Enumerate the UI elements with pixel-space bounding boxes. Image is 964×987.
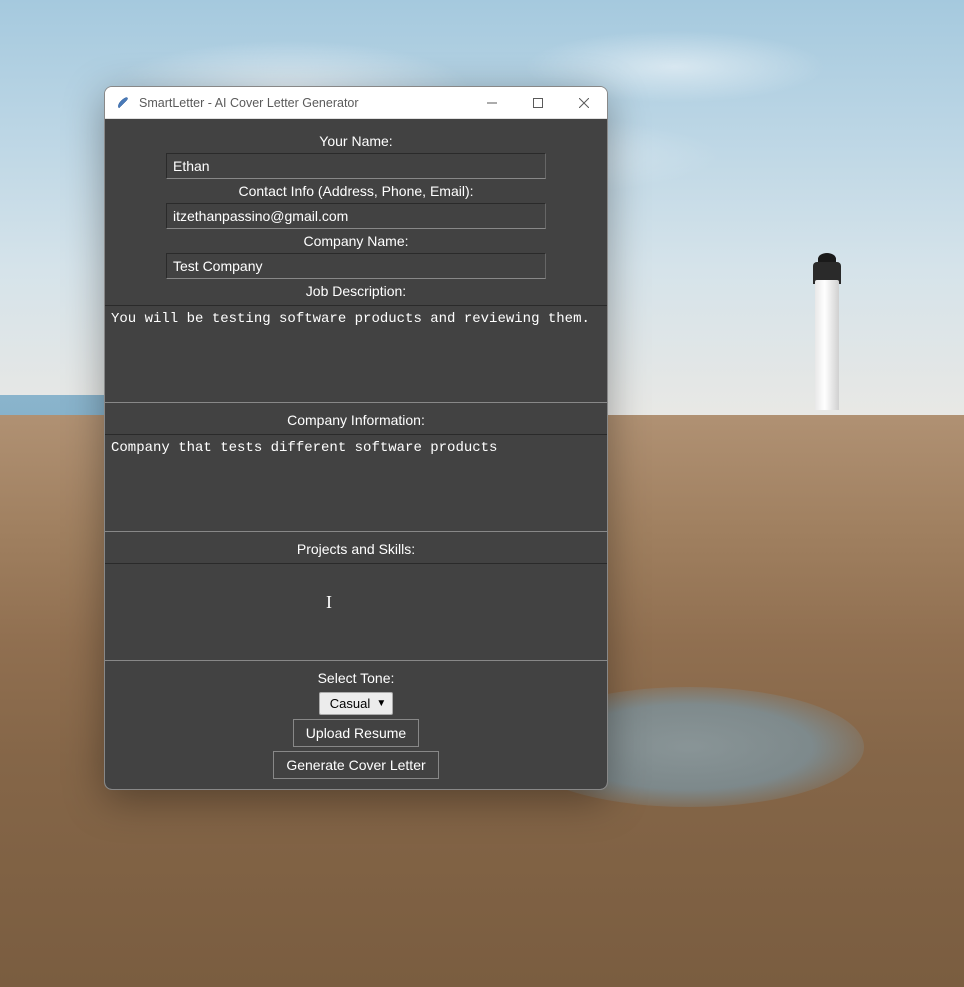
- job-description-label: Job Description:: [306, 279, 406, 303]
- company-info-label: Company Information:: [287, 408, 425, 432]
- projects-skills-textarea[interactable]: [105, 563, 607, 661]
- window-titlebar[interactable]: SmartLetter - AI Cover Letter Generator: [105, 87, 607, 119]
- text-cursor-icon: I: [326, 592, 332, 613]
- job-description-textarea[interactable]: [105, 305, 607, 403]
- contact-label: Contact Info (Address, Phone, Email):: [239, 179, 474, 203]
- maximize-button[interactable]: [515, 87, 561, 118]
- company-info-textarea[interactable]: [105, 434, 607, 532]
- minimize-button[interactable]: [469, 87, 515, 118]
- company-name-label: Company Name:: [303, 229, 408, 253]
- company-name-input[interactable]: [166, 253, 546, 279]
- close-button[interactable]: [561, 87, 607, 118]
- projects-skills-label: Projects and Skills:: [297, 537, 415, 561]
- chevron-down-icon: ▼: [376, 698, 386, 709]
- window-controls: [469, 87, 607, 118]
- tone-label: Select Tone:: [318, 666, 395, 690]
- tone-selected-value: Casual: [330, 696, 370, 711]
- generate-cover-letter-button[interactable]: Generate Cover Letter: [273, 751, 438, 779]
- window-title: SmartLetter - AI Cover Letter Generator: [139, 96, 469, 110]
- window-body: Your Name: Contact Info (Address, Phone,…: [105, 119, 607, 789]
- app-icon: [115, 95, 131, 111]
- tone-dropdown[interactable]: Casual ▼: [319, 692, 393, 715]
- app-window: SmartLetter - AI Cover Letter Generator …: [104, 86, 608, 790]
- name-input[interactable]: [166, 153, 546, 179]
- name-label: Your Name:: [319, 129, 392, 153]
- upload-resume-button[interactable]: Upload Resume: [293, 719, 419, 747]
- contact-input[interactable]: [166, 203, 546, 229]
